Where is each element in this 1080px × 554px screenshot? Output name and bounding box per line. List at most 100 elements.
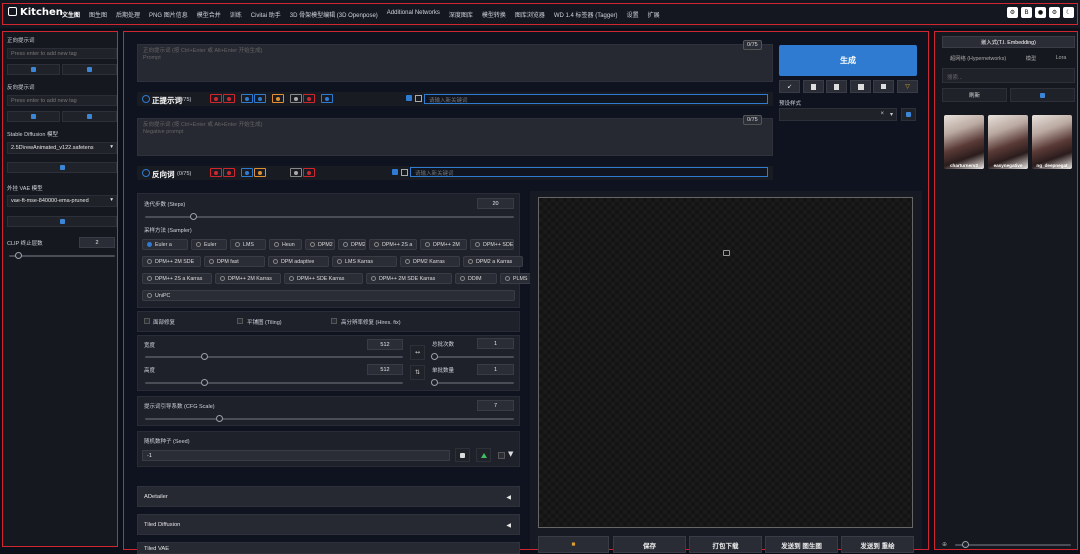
send-to-inpaint-button[interactable]: 发送到 重绘 — [841, 536, 914, 553]
batch-size-slider[interactable] — [434, 382, 514, 384]
prompt-random-button[interactable] — [303, 94, 315, 103]
negative-undo-button[interactable] — [210, 168, 222, 177]
tab-lora[interactable]: Lora — [1047, 52, 1075, 64]
batch-count-slider[interactable] — [434, 356, 514, 358]
preset-styles-select[interactable]: × ▾ — [779, 108, 897, 121]
swap-dimensions-button[interactable]: ⇅ — [410, 365, 425, 380]
sampler-option[interactable]: DPM++ 2M Karras — [215, 273, 281, 284]
sampler-option[interactable]: DPM++ 2S a — [369, 239, 417, 250]
height-slider[interactable] — [145, 382, 403, 384]
network-search-input[interactable]: 搜索... — [942, 68, 1075, 83]
negative-copy-button[interactable] — [241, 168, 253, 177]
sampler-option[interactable]: Euler a — [142, 239, 188, 250]
card-size-slider-thumb[interactable] — [962, 541, 969, 548]
expand-seed-icon[interactable]: ▼ — [508, 450, 513, 458]
sampler-option[interactable]: DPM++ 2M — [420, 239, 467, 250]
tab-txt2img[interactable]: 文生图 — [62, 10, 80, 19]
steps-slider[interactable] — [145, 216, 514, 218]
card-size-slider[interactable] — [955, 544, 1071, 546]
clip-skip-slider-thumb[interactable] — [15, 252, 22, 259]
tab-merge[interactable]: 模型合并 — [197, 10, 221, 19]
tiling-checkbox[interactable] — [237, 318, 243, 324]
vae-refresh-button[interactable] — [7, 216, 117, 227]
save-style-button[interactable] — [873, 80, 894, 93]
height-value[interactable]: 512 — [367, 364, 403, 375]
clear-icon[interactable]: × — [880, 111, 884, 117]
gear-icon[interactable]: ⚙ — [1049, 7, 1060, 18]
sampler-option[interactable]: DPM++ SDE Karras — [284, 273, 363, 284]
tab-extensions[interactable]: 扩展 — [648, 10, 660, 19]
seed-input[interactable]: -1 — [142, 450, 450, 461]
app-logo[interactable]: Kitchen — [8, 7, 63, 18]
tab-depth-library[interactable]: 深度图库 — [449, 10, 473, 19]
tab-openpose[interactable]: 3D 骨架模型编辑 (3D Openpose) — [290, 10, 378, 19]
zip-download-button[interactable]: 打包下载 — [689, 536, 762, 553]
prompt-keyword-checkbox[interactable] — [406, 95, 412, 101]
sampler-option[interactable]: Heun — [269, 239, 302, 250]
paste-params-button[interactable] — [803, 80, 824, 93]
steps-value[interactable]: 20 — [477, 198, 514, 209]
sampler-option[interactable]: DPM++ SDE — [470, 239, 514, 250]
tab-gallery[interactable]: 图库浏览器 — [515, 10, 545, 19]
embedding-card[interactable]: easynegative — [988, 115, 1028, 169]
sampler-option[interactable]: DPM2 a Karras — [463, 256, 523, 267]
tab-train[interactable]: 训练 — [230, 10, 242, 19]
negative-tag-input[interactable]: Press enter to add new tag — [7, 95, 117, 106]
sampler-option[interactable]: Euler — [191, 239, 227, 250]
sampler-option[interactable]: LMS Karras — [332, 256, 397, 267]
lock-ratio-button[interactable]: ↔ — [410, 345, 425, 360]
tab-embedding[interactable]: 嵌入式(T.I. Embedding) — [942, 36, 1075, 48]
hires-fix-checkbox[interactable] — [331, 318, 337, 324]
read-params-button[interactable]: ↙ — [779, 80, 800, 93]
negative-random-button[interactable] — [303, 168, 315, 177]
negative-keyword-input[interactable]: 请输入新关键词 — [410, 167, 768, 177]
reuse-seed-button[interactable] — [476, 448, 491, 462]
save-button[interactable]: 保存 — [613, 536, 686, 553]
prompt-paste-button[interactable] — [254, 94, 266, 103]
clip-skip-slider[interactable] — [9, 255, 115, 257]
adetailer-accordion[interactable]: ADetailer ◀ — [137, 486, 520, 507]
tab-additional-networks[interactable]: Additional Networks — [387, 10, 440, 19]
positive-tag-input[interactable]: Press enter to add new tag — [7, 48, 117, 59]
sampler-option[interactable]: LMS — [230, 239, 266, 250]
networks-view-button[interactable] — [1010, 88, 1075, 102]
clip-skip-value[interactable]: 2 — [79, 237, 115, 248]
tab-settings[interactable]: 设置 — [627, 10, 639, 19]
style-apply-button[interactable]: ▽ — [897, 80, 918, 93]
apply-style-button[interactable] — [901, 108, 916, 121]
collapse-icon[interactable] — [142, 95, 150, 103]
tab-png-info[interactable]: PNG 图片信息 — [149, 10, 188, 19]
sampler-option[interactable]: DPM2 a — [338, 239, 366, 250]
tab-model-convert[interactable]: 模型转换 — [482, 10, 506, 19]
sampler-option[interactable]: DPM2 — [305, 239, 335, 250]
batch-count-slider-thumb[interactable] — [431, 353, 438, 360]
tab-extras[interactable]: 后期处理 — [116, 10, 140, 19]
random-seed-button[interactable] — [455, 448, 470, 462]
sampler-option[interactable]: DPM++ 2M SDE — [142, 256, 201, 267]
prompt-clear-button[interactable] — [223, 94, 235, 103]
prompt-translate-button[interactable] — [290, 94, 302, 103]
cfg-value[interactable]: 7 — [477, 400, 514, 411]
negative-keyword-checkbox[interactable] — [392, 169, 398, 175]
tab-hypernetworks[interactable]: 超网络 (Hypernetworks) — [942, 52, 1014, 64]
tab-model[interactable]: 模型 — [1017, 52, 1045, 64]
sampler-option[interactable]: DDIM — [455, 273, 497, 284]
batch-size-slider-thumb[interactable] — [431, 379, 438, 386]
refresh-networks-button[interactable]: 刷新 — [942, 88, 1007, 102]
prompt-globe-button[interactable] — [321, 94, 333, 103]
face-restore-checkbox[interactable] — [144, 318, 150, 324]
tab-tagger[interactable]: WD 1.4 标签器 (Tagger) — [554, 10, 618, 19]
tab-civitai[interactable]: Civitai 助手 — [251, 10, 281, 19]
settings-icon[interactable]: ⚙ — [1007, 7, 1018, 18]
prompt-favorite-button[interactable] — [272, 94, 284, 103]
negative-prompt-textarea[interactable]: 反向提示词 (按 Ctrl+Enter 或 Alt+Enter 开始生成) Ne… — [137, 118, 773, 156]
output-image-canvas[interactable] — [538, 197, 913, 528]
bold-icon[interactable]: B — [1021, 7, 1032, 18]
negative-clear-button[interactable] — [223, 168, 235, 177]
tiled-diffusion-accordion[interactable]: Tiled Diffusion ◀ — [137, 514, 520, 535]
negative-tag-button-1[interactable] — [7, 111, 60, 122]
clear-prompt-button[interactable] — [826, 80, 847, 93]
theme-toggle-icon[interactable]: ☾ — [1063, 7, 1074, 18]
open-folder-button[interactable]: ■ — [538, 536, 609, 553]
tab-img2img[interactable]: 图生图 — [89, 10, 107, 19]
